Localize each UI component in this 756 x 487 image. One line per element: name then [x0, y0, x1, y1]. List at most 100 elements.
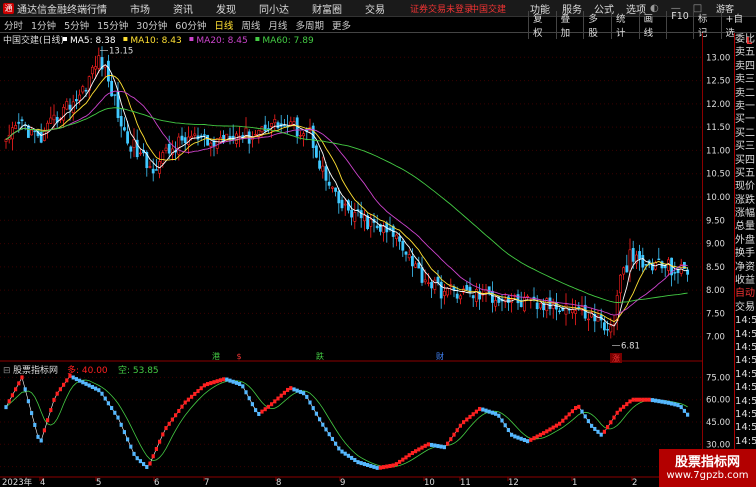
indicator-step-block	[410, 450, 414, 455]
indicator-step-block	[318, 417, 322, 422]
menu-item[interactable]: 市场	[130, 1, 150, 16]
side-panel-item: 14:50	[735, 435, 756, 447]
period-tab[interactable]: 60分钟	[174, 18, 207, 32]
period-tab[interactable]: 周线	[240, 18, 261, 32]
indicator-step-block	[279, 393, 283, 398]
indicator-tick-label: 75.00	[706, 373, 730, 383]
indicator-step-block	[250, 402, 254, 407]
period-tab[interactable]: 日线	[213, 18, 234, 32]
side-panel-item: 买二	[735, 127, 755, 139]
candle-body	[302, 133, 306, 137]
side-panel-item: 交易	[735, 301, 755, 313]
menu-item[interactable]: 资讯	[173, 1, 193, 16]
indicator-step-block	[647, 397, 651, 402]
indicator-step-block	[52, 397, 56, 402]
candle-body	[362, 215, 366, 222]
indicator-step-block	[311, 406, 315, 411]
candle-body	[20, 119, 24, 122]
indicator-step-block	[602, 429, 606, 434]
event-marker: $	[236, 352, 241, 361]
candle-body	[270, 123, 274, 127]
indicator-step-block	[388, 463, 392, 468]
login-warning[interactable]: 证券交易未登录	[410, 2, 473, 15]
indicator-step-block	[193, 391, 197, 396]
indicator-step-block	[324, 427, 328, 432]
indicator-kong-value: 空: 53.85	[118, 364, 159, 376]
indicator-step-block	[337, 446, 341, 451]
candle-body	[254, 133, 258, 136]
indicator-step-block	[286, 387, 290, 392]
indicator-step-block	[81, 380, 85, 385]
indicator-step-block	[145, 464, 149, 469]
side-panel-item: 14:50	[735, 395, 756, 407]
indicator-step-block	[244, 390, 248, 395]
candle-body	[81, 86, 85, 93]
menu-item[interactable]: 交易	[365, 1, 385, 16]
price-tick-label: 10.00	[706, 193, 730, 203]
x-axis-label: 4	[40, 478, 45, 487]
indicator-step-block	[650, 398, 654, 403]
indicator-step-block	[190, 394, 194, 399]
indicator-step-block	[519, 436, 523, 441]
candle-body	[62, 107, 66, 121]
indicator-step-block	[433, 443, 437, 448]
period-tab[interactable]: 更多	[331, 18, 352, 32]
candle-body	[155, 169, 158, 171]
chart-title: 中国交建(日线)	[3, 34, 64, 46]
indicator-step-block	[346, 453, 350, 458]
period-tab[interactable]: 月线	[267, 18, 288, 32]
indicator-step-block	[113, 410, 117, 415]
period-tab[interactable]: 5分钟	[63, 18, 90, 32]
candle-body	[97, 55, 101, 69]
indicator-step-block	[449, 437, 453, 442]
menu-item[interactable]: 财富圈	[312, 1, 342, 16]
period-tab[interactable]: 1分钟	[30, 18, 57, 32]
candle-body	[42, 130, 46, 141]
indicator-step-block	[282, 390, 286, 395]
candle-body	[203, 134, 206, 136]
indicator-step-block	[622, 404, 626, 409]
candle-body	[91, 66, 94, 75]
kline-chart[interactable]: 中国交建(日线) MA5: 8.38 MA10: 8.43 MA20: 8.45 MA6…	[0, 33, 703, 487]
ma-line-10	[5, 74, 688, 323]
candle-body	[94, 66, 98, 70]
indicator-step-block	[154, 446, 158, 451]
period-tab[interactable]: 多周期	[294, 18, 325, 32]
price-axis: 13.00 12.50 12.00 11.50 11.00 10.50 10.00 9.50 9…	[706, 53, 730, 472]
indicator-step-block	[186, 397, 190, 402]
candle-body	[68, 104, 72, 110]
period-tab[interactable]: 15分钟	[96, 18, 129, 32]
main-menu: 行情 市场 资讯 发现 同小达 财富圈 交易	[87, 1, 408, 16]
candle-body	[132, 139, 136, 148]
indicator-step-block	[17, 381, 21, 386]
indicator-step-block	[612, 415, 616, 420]
period-tab[interactable]: 30分钟	[135, 18, 168, 32]
menu-item[interactable]: 同小达	[259, 1, 289, 16]
menu-item[interactable]: 发现	[216, 1, 236, 16]
indicator-step-block	[202, 383, 206, 388]
candle-body	[209, 142, 213, 147]
candle-body	[126, 131, 130, 144]
indicator-step-block	[551, 425, 555, 430]
indicator-step-block	[142, 462, 146, 467]
indicator-step-block	[542, 431, 546, 436]
indicator-step-block	[548, 427, 552, 432]
candle-body	[318, 160, 322, 169]
menu-item[interactable]: 行情	[87, 1, 107, 16]
indicator-step-block	[330, 436, 334, 441]
side-panel-item: 卖一	[735, 100, 755, 112]
indicator-step-block	[382, 465, 386, 470]
indicator-step-block	[174, 413, 178, 418]
ma-line-20	[5, 90, 688, 316]
low-price-label: 6.81	[621, 342, 640, 352]
indicator-step-block	[314, 411, 318, 416]
indicator-step-block	[129, 444, 133, 449]
period-tab[interactable]: 分时	[3, 18, 24, 32]
indicator-step-block	[561, 418, 565, 423]
price-tick-label: 10.50	[706, 170, 730, 180]
indicator-step-block	[222, 377, 226, 382]
indicator-step-block	[609, 420, 613, 425]
indicator-step-block	[241, 384, 245, 389]
ma-legend-swatch	[189, 37, 194, 41]
indicator-step-block	[474, 409, 478, 414]
